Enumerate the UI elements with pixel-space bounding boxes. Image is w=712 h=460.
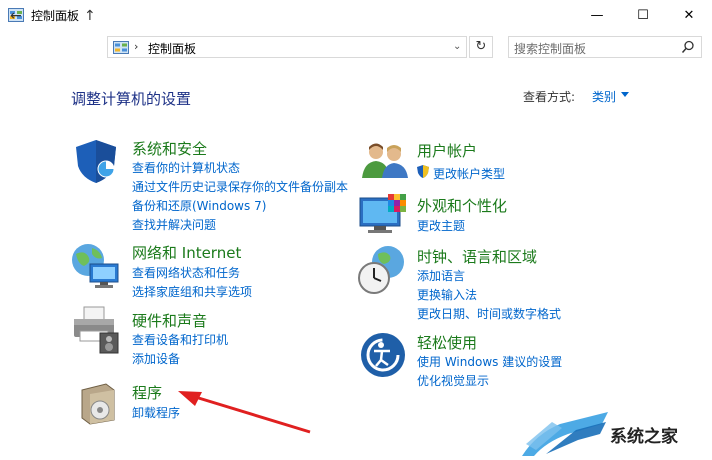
address-bar[interactable]: › 控制面板 ⌄	[107, 36, 467, 58]
category-title-hardware-sound[interactable]: 硬件和声音	[132, 310, 207, 331]
minimize-button[interactable]: —	[574, 0, 620, 31]
link-add-device[interactable]: 添加设备	[132, 350, 180, 367]
link-homegroup-sharing[interactable]: 选择家庭组和共享选项	[132, 283, 252, 300]
uac-shield-icon	[417, 165, 429, 178]
user-accounts-icon[interactable]	[360, 140, 410, 180]
address-dropdown-button[interactable]: ⌄	[453, 41, 461, 52]
ease-of-access-icon[interactable]	[360, 332, 406, 378]
search-placeholder: 搜索控制面板	[514, 42, 587, 56]
view-by-dropdown[interactable]: 类别	[592, 88, 616, 105]
breadcrumb-separator[interactable]: ›	[134, 40, 138, 53]
link-network-status[interactable]: 查看网络状态和任务	[132, 264, 240, 281]
category-title-programs[interactable]: 程序	[132, 382, 162, 403]
link-change-input-method[interactable]: 更换输入法	[417, 286, 477, 303]
category-title-system-security[interactable]: 系统和安全	[132, 138, 207, 159]
up-button[interactable]: ↑	[84, 9, 96, 23]
category-title-network-internet[interactable]: 网络和 Internet	[132, 242, 241, 263]
breadcrumb-control-panel[interactable]: 控制面板	[148, 40, 196, 57]
link-devices-printers[interactable]: 查看设备和打印机	[132, 331, 228, 348]
link-change-date-time-format[interactable]: 更改日期、时间或数字格式	[417, 305, 561, 322]
view-by-label: 查看方式:	[523, 90, 576, 104]
back-button[interactable]: ←	[10, 9, 22, 23]
clock-globe-icon[interactable]	[358, 244, 410, 296]
shield-icon[interactable]	[72, 138, 120, 184]
refresh-button[interactable]: ↻	[469, 36, 493, 58]
watermark-text: 系统之家	[610, 427, 678, 447]
link-add-language[interactable]: 添加语言	[417, 267, 465, 284]
link-windows-recommended-settings[interactable]: 使用 Windows 建议的设置	[417, 353, 562, 370]
link-change-theme[interactable]: 更改主题	[417, 217, 465, 234]
category-title-appearance[interactable]: 外观和个性化	[417, 195, 507, 216]
link-backup-restore[interactable]: 备份和还原(Windows 7)	[132, 197, 266, 214]
search-input[interactable]: 搜索控制面板	[508, 36, 702, 58]
link-troubleshoot[interactable]: 查找并解决问题	[132, 216, 216, 233]
annotation-arrow	[178, 391, 311, 434]
search-icon[interactable]	[681, 40, 695, 54]
title-bar: 控制面板 — ☐ ✕	[0, 0, 712, 31]
appearance-icon[interactable]	[358, 192, 410, 242]
page-title: 调整计算机的设置	[71, 90, 192, 108]
view-by-arrow-icon[interactable]	[621, 92, 629, 97]
category-title-ease-of-access[interactable]: 轻松使用	[417, 332, 477, 353]
programs-icon[interactable]	[76, 380, 122, 426]
category-title-clock-language-region[interactable]: 时钟、语言和区域	[417, 246, 537, 267]
network-globe-icon[interactable]	[70, 242, 122, 292]
link-view-computer-status[interactable]: 查看你的计算机状态	[132, 159, 240, 176]
printer-icon[interactable]	[70, 305, 122, 355]
recent-locations-button[interactable]: ⌄	[62, 12, 70, 26]
link-optimize-visual-display[interactable]: 优化视觉显示	[417, 372, 489, 389]
link-file-history-backup[interactable]: 通过文件历史记录保存你的文件备份副本	[132, 178, 348, 195]
maximize-button[interactable]: ☐	[620, 0, 666, 31]
link-change-account-type[interactable]: 更改帐户类型	[433, 165, 505, 182]
category-title-user-accounts[interactable]: 用户帐户	[417, 140, 477, 161]
control-panel-icon	[113, 41, 129, 54]
forward-button[interactable]: →	[37, 9, 49, 23]
close-button[interactable]: ✕	[666, 0, 712, 31]
